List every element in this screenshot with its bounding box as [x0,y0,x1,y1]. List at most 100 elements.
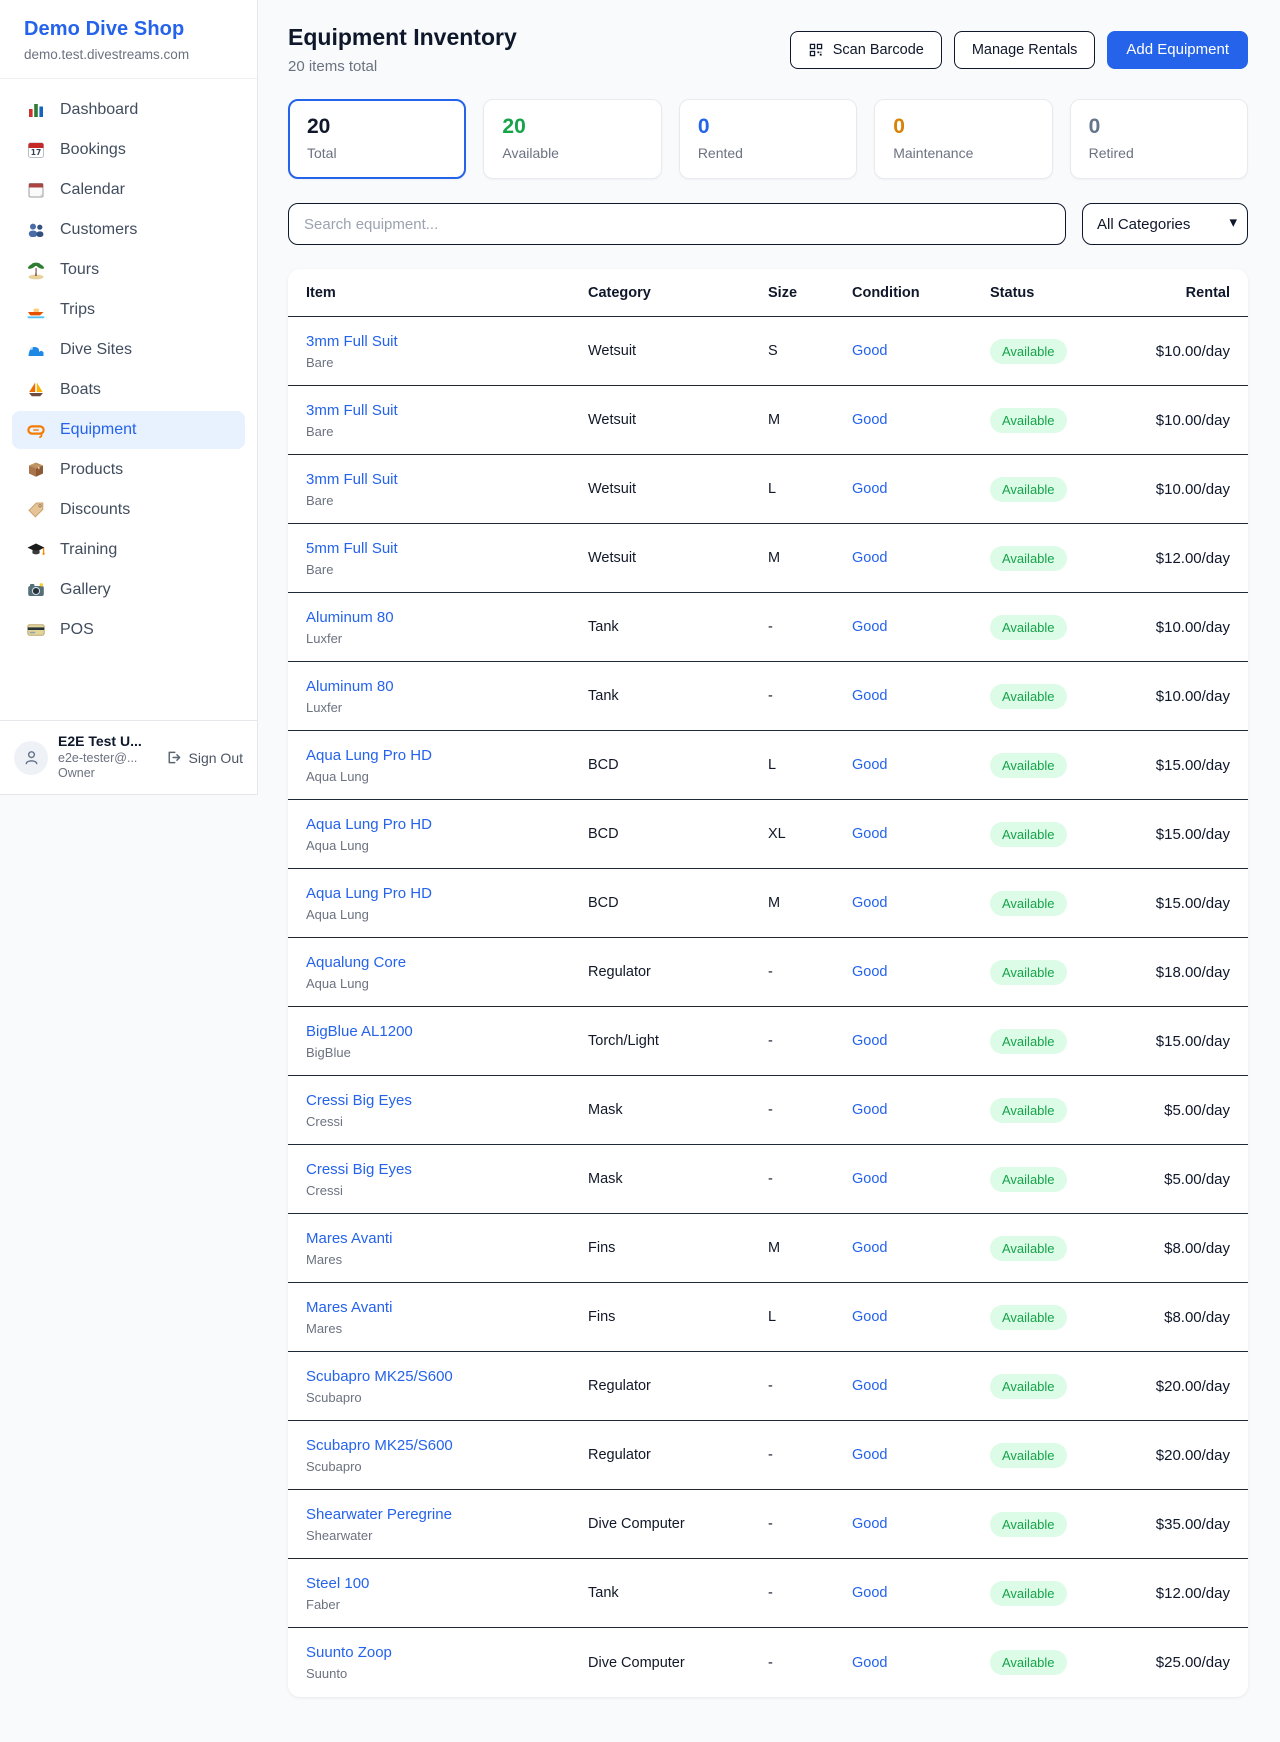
sidebar-item-products[interactable]: Products [12,451,245,489]
item-name-link[interactable]: Aqualung Core [306,954,588,971]
item-name-link[interactable]: Aqua Lung Pro HD [306,747,588,764]
sidebar-item-trips[interactable]: Trips [12,291,245,329]
condition-link[interactable]: Good [852,1378,887,1394]
sailboat-icon [26,380,46,400]
condition-link[interactable]: Good [852,412,887,428]
condition-link[interactable]: Good [852,964,887,980]
stat-card-rented[interactable]: 0 Rented [679,99,857,179]
condition-link[interactable]: Good [852,826,887,842]
stat-card-retired[interactable]: 0 Retired [1070,99,1248,179]
item-name-link[interactable]: Aluminum 80 [306,609,588,626]
item-size: S [768,343,852,359]
table-row: Mares Avanti Mares Fins M Good Available… [288,1214,1248,1283]
item-name-link[interactable]: 3mm Full Suit [306,333,588,350]
sidebar-item-tours[interactable]: Tours [12,251,245,289]
sign-out-button[interactable]: Sign Out [165,749,243,766]
item-name-link[interactable]: 3mm Full Suit [306,471,588,488]
sidebar-item-customers[interactable]: Customers [12,211,245,249]
equipment-table: Item Category Size Condition Status Rent… [288,269,1248,1697]
stat-label: Retired [1089,145,1229,161]
item-name-link[interactable]: Cressi Big Eyes [306,1092,588,1109]
item-brand: Luxfer [306,631,588,646]
sign-out-icon [165,749,182,766]
item-name-link[interactable]: Mares Avanti [306,1230,588,1247]
sidebar-item-dashboard[interactable]: Dashboard [12,91,245,129]
stat-card-maintenance[interactable]: 0 Maintenance [874,99,1052,179]
table-row: Steel 100 Faber Tank - Good Available $1… [288,1559,1248,1628]
condition-link[interactable]: Good [852,757,887,773]
condition-link[interactable]: Good [852,688,887,704]
item-size: L [768,1309,852,1325]
sidebar-item-label: Calendar [60,181,125,199]
scan-barcode-button[interactable]: Scan Barcode [790,31,942,69]
item-name-link[interactable]: 5mm Full Suit [306,540,588,557]
item-name-link[interactable]: Aqua Lung Pro HD [306,816,588,833]
condition-link[interactable]: Good [852,1585,887,1601]
condition-link[interactable]: Good [852,1516,887,1532]
status-badge: Available [990,1650,1067,1675]
rental-price: $8.00/day [1148,1240,1230,1257]
status-badge: Available [990,1374,1067,1399]
sidebar-item-gallery[interactable]: Gallery [12,571,245,609]
sidebar-item-label: Discounts [60,501,130,519]
sidebar-item-training[interactable]: Training [12,531,245,569]
item-brand: Luxfer [306,700,588,715]
condition-link[interactable]: Good [852,1447,887,1463]
condition-link[interactable]: Good [852,1655,887,1671]
condition-link[interactable]: Good [852,481,887,497]
add-equipment-button[interactable]: Add Equipment [1107,31,1248,69]
condition-link[interactable]: Good [852,1240,887,1256]
sidebar-item-bookings[interactable]: Bookings [12,131,245,169]
item-size: L [768,757,852,773]
condition-link[interactable]: Good [852,1309,887,1325]
item-name-link[interactable]: Aluminum 80 [306,678,588,695]
rental-price: $20.00/day [1148,1447,1230,1464]
camera-icon [26,580,46,600]
item-name-link[interactable]: Shearwater Peregrine [306,1506,588,1523]
item-name-link[interactable]: Cressi Big Eyes [306,1161,588,1178]
item-name-link[interactable]: BigBlue AL1200 [306,1023,588,1040]
rental-price: $15.00/day [1148,757,1230,774]
condition-link[interactable]: Good [852,550,887,566]
sidebar-item-equipment[interactable]: Equipment [12,411,245,449]
condition-link[interactable]: Good [852,343,887,359]
condition-link[interactable]: Good [852,619,887,635]
sidebar-item-boats[interactable]: Boats [12,371,245,409]
item-name-link[interactable]: Suunto Zoop [306,1644,588,1661]
table-row: Mares Avanti Mares Fins L Good Available… [288,1283,1248,1352]
item-name-link[interactable]: Aqua Lung Pro HD [306,885,588,902]
item-brand: Mares [306,1321,588,1336]
condition-link[interactable]: Good [852,895,887,911]
sidebar-item-calendar[interactable]: Calendar [12,171,245,209]
page-title-block: Equipment Inventory 20 items total [288,24,517,75]
search-input[interactable] [288,203,1066,245]
item-name-link[interactable]: Steel 100 [306,1575,588,1592]
item-size: - [768,1585,852,1601]
status-badge: Available [990,408,1067,433]
rental-price: $5.00/day [1148,1102,1230,1119]
item-name-link[interactable]: 3mm Full Suit [306,402,588,419]
rental-price: $25.00/day [1148,1654,1230,1671]
category-select[interactable]: All Categories [1082,203,1248,245]
sidebar-item-discounts[interactable]: Discounts [12,491,245,529]
item-name-link[interactable]: Mares Avanti [306,1299,588,1316]
item-category: Fins [588,1240,768,1256]
item-name-link[interactable]: Scubapro MK25/S600 [306,1368,588,1385]
condition-link[interactable]: Good [852,1102,887,1118]
condition-link[interactable]: Good [852,1171,887,1187]
item-brand: Suunto [306,1666,588,1681]
stat-card-available[interactable]: 20 Available [483,99,661,179]
condition-link[interactable]: Good [852,1033,887,1049]
user-email: e2e-tester@... [58,751,142,767]
sidebar-item-pos[interactable]: POS [12,611,245,649]
stat-card-total[interactable]: 20 Total [288,99,466,179]
manage-rentals-button[interactable]: Manage Rentals [954,31,1096,69]
item-name-link[interactable]: Scubapro MK25/S600 [306,1437,588,1454]
sidebar-item-dive-sites[interactable]: Dive Sites [12,331,245,369]
palm-tree-icon [26,260,46,280]
rental-price: $35.00/day [1148,1516,1230,1533]
item-size: - [768,964,852,980]
item-category: BCD [588,895,768,911]
item-size: - [768,1378,852,1394]
sidebar-item-label: Gallery [60,581,111,599]
